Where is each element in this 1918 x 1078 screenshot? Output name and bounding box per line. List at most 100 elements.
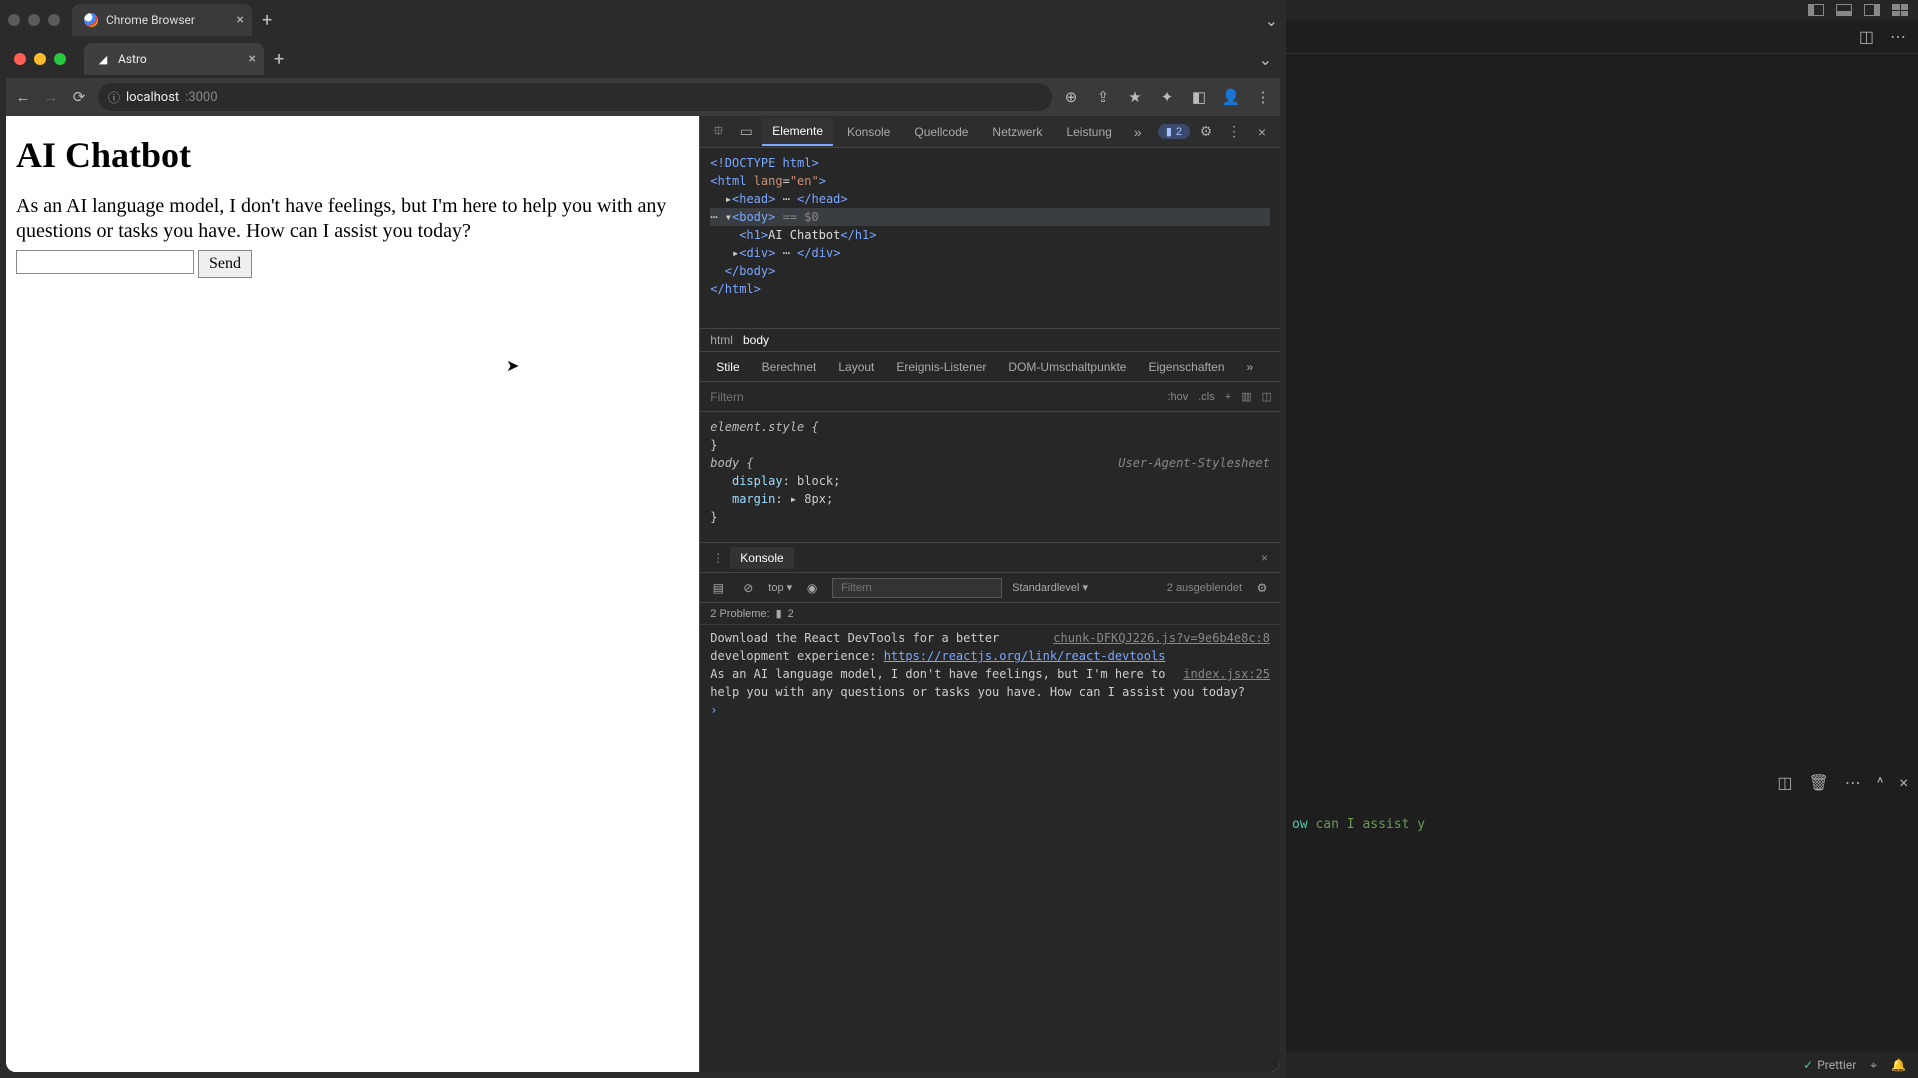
- close-drawer-icon[interactable]: ×: [1255, 551, 1274, 565]
- minimize-window-button[interactable]: [28, 14, 40, 26]
- device-toggle-icon[interactable]: ▭: [734, 123, 758, 140]
- close-tab-icon[interactable]: ×: [237, 12, 244, 28]
- maximize-window-button[interactable]: [54, 53, 66, 65]
- console-settings-icon[interactable]: ⚙: [1252, 581, 1272, 595]
- console-filter-input[interactable]: [832, 578, 1002, 598]
- log-source-link[interactable]: index.jsx:25: [1183, 665, 1270, 683]
- maximize-window-button[interactable]: [48, 14, 60, 26]
- react-devtools-link[interactable]: https://reactjs.org/link/react-devtools: [884, 649, 1166, 663]
- tab-dom-breakpoints[interactable]: DOM-Umschaltpunkte: [998, 354, 1136, 380]
- trash-icon[interactable]: 🗑: [1808, 773, 1828, 792]
- back-button[interactable]: ←: [14, 88, 32, 106]
- forward-button[interactable]: →: [42, 88, 60, 106]
- drawer-menu-icon[interactable]: ⋮: [706, 551, 730, 565]
- close-panel-icon[interactable]: ×: [1899, 773, 1908, 792]
- tab-event-listeners[interactable]: Ereignis-Listener: [886, 354, 996, 380]
- split-editor-icon[interactable]: ◫: [1859, 27, 1874, 46]
- close-tab-icon[interactable]: ×: [249, 51, 256, 67]
- panel-left-icon[interactable]: [1808, 4, 1824, 16]
- new-tab-button[interactable]: +: [252, 10, 282, 31]
- send-button[interactable]: Send: [198, 250, 252, 278]
- chevron-up-icon[interactable]: ^: [1877, 773, 1884, 792]
- styles-pane[interactable]: element.style { } body {User-Agent-Style…: [700, 412, 1280, 542]
- more-actions-icon[interactable]: ⋯: [1890, 27, 1906, 46]
- new-style-rule-icon[interactable]: +: [1225, 391, 1231, 403]
- settings-icon[interactable]: ⚙: [1194, 123, 1218, 140]
- bookmark-star-icon[interactable]: ★: [1126, 88, 1144, 106]
- more-styles-tabs-icon[interactable]: »: [1237, 354, 1264, 380]
- close-devtools-icon[interactable]: ×: [1250, 124, 1274, 140]
- kebab-menu-icon[interactable]: ⋮: [1222, 123, 1246, 140]
- panel-bottom-icon[interactable]: [1836, 4, 1852, 16]
- site-info-icon[interactable]: ⓘ: [108, 89, 120, 106]
- reload-button[interactable]: ⟳: [70, 88, 88, 106]
- tab-properties[interactable]: Eigenschaften: [1138, 354, 1234, 380]
- panel-right-icon[interactable]: [1864, 4, 1880, 16]
- profile-icon[interactable]: 👤: [1222, 88, 1240, 106]
- outer-browser-tab[interactable]: Chrome Browser ×: [72, 4, 252, 36]
- element-style-selector[interactable]: element.style {: [710, 420, 818, 434]
- feedback-icon[interactable]: ⌖: [1870, 1058, 1877, 1073]
- console-prompt[interactable]: ›: [710, 701, 1270, 719]
- css-prop-margin[interactable]: margin: [732, 492, 775, 506]
- more-tabs-icon[interactable]: »: [1126, 124, 1150, 140]
- selected-body-node[interactable]: ⋯ ▾<body> == $0: [710, 208, 1270, 226]
- issues-row[interactable]: 2 Probleme: ▮ 2: [700, 603, 1280, 625]
- extensions-icon[interactable]: ✦: [1158, 88, 1176, 106]
- log-level-select[interactable]: Standardlevel ▾: [1012, 581, 1088, 594]
- log-source-link[interactable]: chunk-DFKQJ226.js?v=9e6b4e8c:8: [1053, 629, 1270, 647]
- tab-styles[interactable]: Stile: [706, 354, 749, 380]
- tab-layout[interactable]: Layout: [828, 354, 884, 380]
- hidden-messages[interactable]: 2 ausgeblendet: [1167, 582, 1242, 594]
- minimize-window-button[interactable]: [34, 53, 46, 65]
- panel-layout-icon[interactable]: ◫: [1777, 773, 1792, 792]
- tab-elements[interactable]: Elemente: [762, 118, 833, 146]
- share-icon[interactable]: ⇪: [1094, 88, 1112, 106]
- issues-badge[interactable]: ▮ 2: [1158, 124, 1190, 139]
- tab-performance[interactable]: Leistung: [1056, 119, 1121, 145]
- execution-context[interactable]: top ▾: [768, 581, 792, 594]
- ellipsis-icon[interactable]: ⋯: [1845, 773, 1861, 792]
- elements-tree[interactable]: <!DOCTYPE html> <html lang="en"> ▸<head>…: [700, 148, 1280, 328]
- inspect-element-icon[interactable]: ⯐: [706, 120, 730, 144]
- drawer-tab-console[interactable]: Konsole: [730, 547, 793, 569]
- chat-input[interactable]: [16, 250, 194, 274]
- breadcrumb-html[interactable]: html: [710, 333, 733, 347]
- devtools-tab-bar: ⯐ ▭ Elemente Konsole Quellcode Netzwerk …: [700, 116, 1280, 148]
- tab-console[interactable]: Konsole: [837, 119, 900, 145]
- sidepanel-icon[interactable]: ◧: [1190, 88, 1208, 106]
- doctype-node[interactable]: <!DOCTYPE html>: [710, 156, 818, 170]
- console-log[interactable]: chunk-DFKQJ226.js?v=9e6b4e8c:8 Download …: [700, 625, 1280, 1072]
- clear-console-icon[interactable]: ⊘: [738, 581, 758, 595]
- tab-network[interactable]: Netzwerk: [982, 119, 1052, 145]
- styles-filter-input[interactable]: [708, 389, 1157, 405]
- inner-browser-window: ◢ Astro × + ⌄ ← → ⟳ ⓘ localhost:3000 ⊕ ⇪: [6, 40, 1280, 1072]
- close-window-button[interactable]: [8, 14, 20, 26]
- tab-sources[interactable]: Quellcode: [904, 119, 978, 145]
- toggle-sidebar-icon[interactable]: ◫: [1262, 390, 1272, 403]
- inner-browser-tab[interactable]: ◢ Astro ×: [84, 43, 264, 75]
- prettier-status[interactable]: ✓ Prettier: [1803, 1058, 1856, 1072]
- astro-icon: ◢: [96, 52, 110, 66]
- tab-computed[interactable]: Berechnet: [752, 354, 827, 380]
- page-heading: AI Chatbot: [16, 134, 689, 176]
- close-window-button[interactable]: [14, 53, 26, 65]
- layout-grid-icon[interactable]: [1892, 4, 1908, 16]
- url-input[interactable]: ⓘ localhost:3000: [98, 83, 1052, 111]
- css-prop-display[interactable]: display: [732, 474, 783, 488]
- bell-icon[interactable]: 🔔: [1891, 1058, 1906, 1072]
- tabs-dropdown-icon[interactable]: ⌄: [1259, 50, 1272, 69]
- cls-toggle[interactable]: .cls: [1198, 391, 1215, 403]
- zoom-icon[interactable]: ⊕: [1062, 88, 1080, 106]
- new-tab-button[interactable]: +: [264, 49, 294, 70]
- computed-styles-icon[interactable]: ▥: [1241, 390, 1251, 403]
- tabs-dropdown-icon[interactable]: ⌄: [1265, 11, 1278, 30]
- log-entry: chunk-DFKQJ226.js?v=9e6b4e8c:8 Download …: [710, 629, 1270, 665]
- menu-icon[interactable]: ⋮: [1254, 88, 1272, 106]
- live-expression-icon[interactable]: ◉: [802, 581, 822, 595]
- breadcrumb-body[interactable]: body: [743, 333, 769, 347]
- mouse-cursor-icon: ➤: [506, 356, 519, 376]
- hov-toggle[interactable]: :hov: [1167, 391, 1188, 403]
- console-sidebar-icon[interactable]: ▤: [708, 581, 728, 595]
- body-rule-selector[interactable]: body {: [710, 456, 753, 470]
